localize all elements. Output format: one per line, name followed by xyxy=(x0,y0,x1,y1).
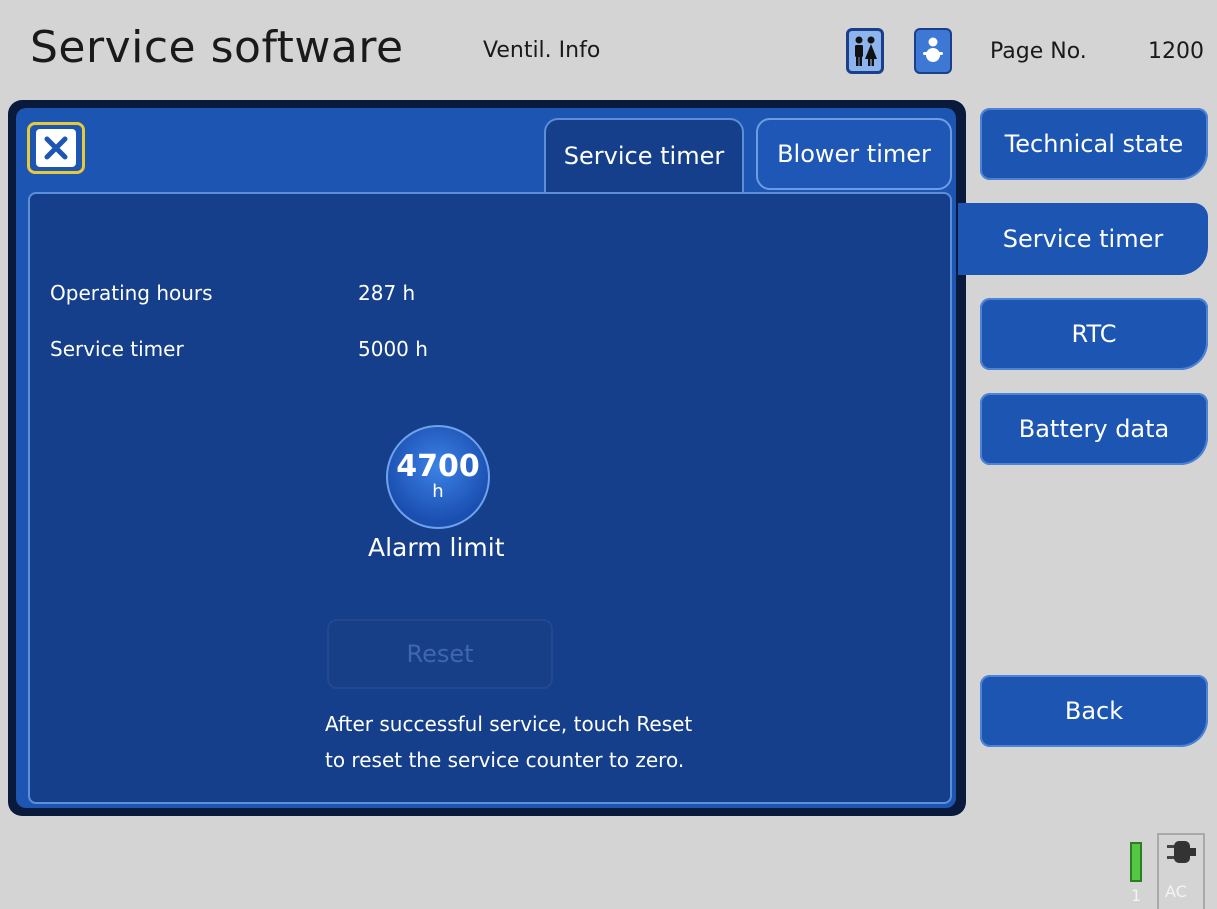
alarm-limit-value: 4700 xyxy=(396,449,480,485)
service-timer-label: Service timer xyxy=(50,337,184,361)
alarm-limit-unit: h xyxy=(432,481,444,503)
battery-status: 1 xyxy=(1126,840,1146,906)
reset-note-line-1: After successful service, touch Reset xyxy=(325,712,693,736)
operating-hours-value: 287 h xyxy=(358,281,416,305)
page-number-label: Page No. xyxy=(990,39,1087,64)
alarm-limit-label: Alarm limit xyxy=(368,533,505,562)
back-button[interactable]: Back xyxy=(980,675,1208,747)
tab-blower-timer[interactable]: Blower timer xyxy=(756,118,952,190)
sidebar-item-technical-state[interactable]: Technical state xyxy=(980,108,1208,180)
app-title: Service software xyxy=(30,22,404,73)
alarm-limit-dial[interactable]: 4700 h xyxy=(386,425,490,529)
reset-instructions: After successful service, touch Reset to… xyxy=(325,706,692,778)
sidebar-item-service-timer[interactable]: Service timer xyxy=(958,203,1208,275)
close-icon xyxy=(36,129,76,167)
page-number-value: 1200 xyxy=(1148,39,1204,64)
child-patient-icon xyxy=(923,37,943,62)
screen-subtitle: Ventil. Info xyxy=(483,38,601,63)
reset-note-line-2: to reset the service counter to zero. xyxy=(325,748,685,772)
power-plug-icon xyxy=(1167,841,1196,863)
sidebar-item-rtc[interactable]: RTC xyxy=(980,298,1208,370)
operating-hours-label: Operating hours xyxy=(50,281,213,305)
ac-label: AC xyxy=(1165,882,1187,901)
battery-number: 1 xyxy=(1131,886,1142,905)
tab-service-timer[interactable]: Service timer xyxy=(544,118,744,192)
battery-icon xyxy=(1130,842,1142,882)
reset-button[interactable]: Reset xyxy=(327,619,553,689)
adult-patient-icon xyxy=(855,36,877,66)
close-button[interactable] xyxy=(27,122,85,174)
adult-patient-button[interactable] xyxy=(846,28,884,74)
service-timer-value: 5000 h xyxy=(358,337,428,361)
child-patient-button[interactable] xyxy=(914,28,952,74)
sidebar-item-battery-data[interactable]: Battery data xyxy=(980,393,1208,465)
